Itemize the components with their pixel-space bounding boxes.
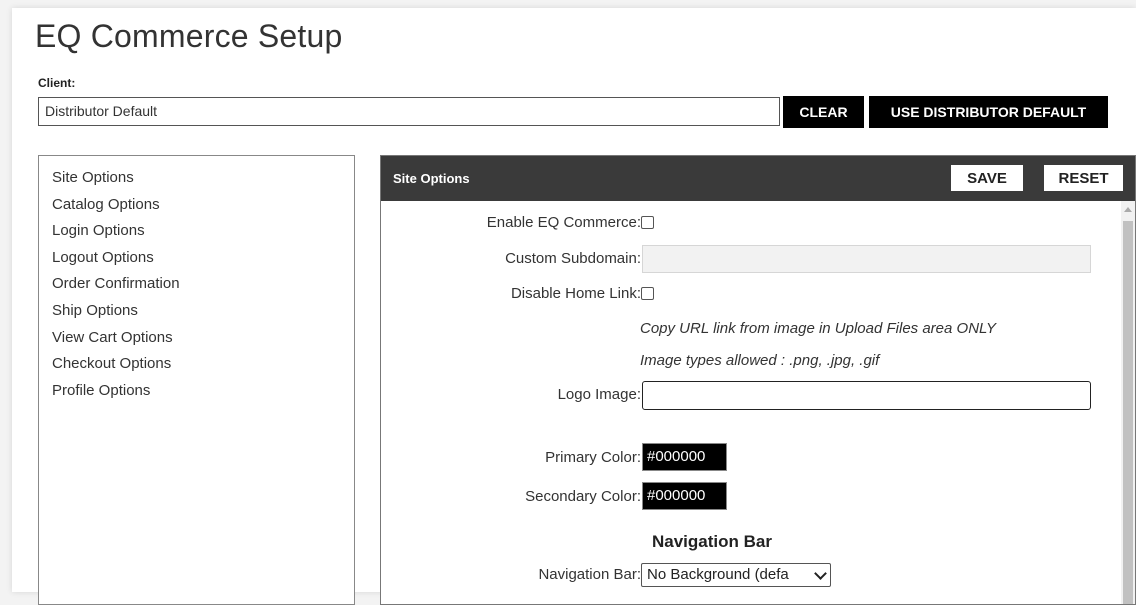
sidebar-item-profile-options[interactable]: Profile Options — [52, 378, 341, 405]
logo-help-text-url: Copy URL link from image in Upload Files… — [640, 320, 996, 337]
scroll-up-arrow-icon[interactable] — [1124, 207, 1132, 212]
client-label: Client: — [38, 76, 76, 90]
sidebar-item-view-cart-options[interactable]: View Cart Options — [52, 325, 341, 352]
panel-title: Site Options — [393, 171, 470, 186]
enable-commerce-checkbox[interactable] — [641, 216, 654, 229]
use-distributor-default-button[interactable]: USE DISTRIBUTOR DEFAULT — [869, 96, 1108, 128]
chevron-down-icon — [814, 567, 827, 580]
sidebar-item-checkout-options[interactable]: Checkout Options — [52, 351, 341, 378]
setup-page: EQ Commerce Setup Client: Distributor De… — [12, 8, 1136, 605]
scrollbar-thumb[interactable] — [1123, 221, 1133, 604]
navigation-bar-select[interactable]: No Background (defa — [641, 563, 831, 587]
custom-subdomain-label: Custom Subdomain: — [505, 250, 641, 267]
logo-image-label: Logo Image: — [557, 386, 641, 403]
secondary-color-label: Secondary Color: — [525, 488, 641, 505]
sidebar-item-login-options[interactable]: Login Options — [52, 218, 341, 245]
custom-subdomain-input[interactable] — [642, 245, 1091, 273]
save-button[interactable]: SAVE — [951, 165, 1023, 191]
disable-home-link-label: Disable Home Link: — [510, 285, 641, 302]
sidebar-item-ship-options[interactable]: Ship Options — [52, 298, 341, 325]
secondary-color-input[interactable]: #000000 — [642, 482, 727, 510]
navigation-bar-heading: Navigation Bar — [652, 532, 772, 551]
logo-help-text-types: Image types allowed : .png, .jpg, .gif — [640, 352, 880, 369]
page-title: EQ Commerce Setup — [35, 18, 343, 54]
enable-commerce-label: Enable EQ Commerce: — [486, 214, 641, 231]
panel-header: Site Options SAVE RESET — [381, 156, 1135, 201]
reset-button[interactable]: RESET — [1044, 165, 1123, 191]
navigation-bar-selected-value: No Background (defa — [647, 566, 789, 583]
clear-button[interactable]: CLEAR — [783, 96, 864, 128]
sidebar-item-order-confirmation[interactable]: Order Confirmation — [52, 271, 341, 298]
sidebar-item-catalog-options[interactable]: Catalog Options — [52, 192, 341, 219]
sidebar-item-site-options[interactable]: Site Options — [52, 165, 341, 192]
options-sidebar: Site Options Catalog Options Login Optio… — [38, 155, 355, 605]
site-options-panel: Site Options SAVE RESET Enable EQ Commer… — [380, 155, 1136, 605]
primary-color-input[interactable]: #000000 — [642, 443, 727, 471]
client-input[interactable]: Distributor Default — [38, 97, 780, 126]
logo-image-input[interactable] — [642, 381, 1091, 410]
primary-color-label: Primary Color: — [545, 449, 641, 466]
disable-home-link-checkbox[interactable] — [641, 287, 654, 300]
sidebar-item-logout-options[interactable]: Logout Options — [52, 245, 341, 272]
navigation-bar-label: Navigation Bar: — [538, 566, 641, 583]
